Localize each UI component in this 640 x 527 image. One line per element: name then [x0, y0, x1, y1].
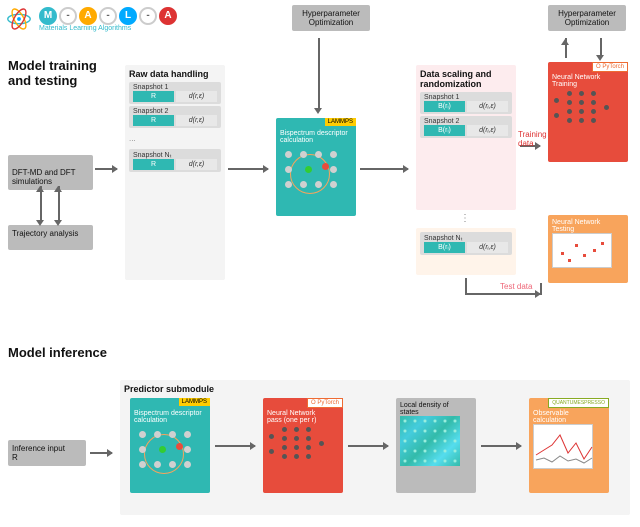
- scaled-snapshot-2: Snapshot 2 B(rᵢ)d(rᵢ,ε): [420, 116, 512, 138]
- inference-nn-label: Neural Network pass (one per r): [267, 410, 339, 424]
- test-snapshot: Snapshot Nₜ B(rᵢ)d(rᵢ,ε): [420, 232, 512, 255]
- scatter-visual: [552, 233, 612, 268]
- arrow-test-data: [465, 293, 540, 295]
- arrow-bisp-nn: [215, 445, 255, 447]
- descriptor-visual: [280, 146, 340, 196]
- test-group: Snapshot Nₜ B(rᵢ)d(rᵢ,ε): [416, 228, 516, 275]
- inference-input-box: Inference input R: [8, 440, 86, 466]
- ldos-box: Local density of states: [396, 398, 476, 493]
- training-data-label: Training data: [518, 130, 547, 148]
- qe-tag: QUANTUMESPRESSO: [548, 398, 609, 408]
- observable-label: Observable calculation: [533, 410, 605, 424]
- hyperopt-box-1: Hyperparameter Optimization: [292, 5, 370, 31]
- snapshot-n: Snapshot Nₜ Rd(r,ε): [129, 149, 221, 172]
- ldos-label: Local density of states: [400, 402, 472, 416]
- nn-training-label: Neural Network Training: [552, 74, 624, 88]
- snapshot-1: Snapshot 1 Rd(r,ε): [129, 82, 221, 104]
- logo-letter-a: A: [79, 7, 97, 25]
- bispectrum-box: LAMMPS Bispectrum descriptor calculation: [276, 118, 356, 216]
- test-data-label: Test data: [500, 282, 532, 291]
- pytorch-tag: O PyTorch: [592, 62, 628, 72]
- hyperopt-box-2: Hyperparameter Optimization: [548, 5, 626, 31]
- nn-testing-box: Neural Network Testing: [548, 215, 628, 283]
- raw-data-group: Raw data handling Snapshot 1 Rd(r,ε) Sna…: [125, 65, 225, 280]
- arrow-hyperopt-bispectrum: [318, 38, 320, 110]
- mala-logo: M - A - L - A Materials Learning Algorit…: [5, 5, 177, 33]
- predictor-title: Predictor submodule: [124, 384, 626, 394]
- atom-icon: [5, 5, 33, 33]
- trajectory-box: Trajectory analysis: [8, 225, 93, 250]
- logo-letter-m: M: [39, 7, 57, 25]
- observable-box: QUANTUMESPRESSO Observable calculation: [529, 398, 609, 493]
- raw-data-title: Raw data handling: [129, 69, 221, 79]
- nn-testing-label: Neural Network Testing: [552, 219, 624, 233]
- nn-visual: [552, 88, 612, 133]
- arrow-dft-raw: [95, 168, 117, 170]
- observable-visual: [533, 424, 593, 469]
- inference-bispectrum-box: LAMMPS Bispectrum descriptor calculation: [130, 398, 210, 493]
- ldos-visual: [400, 416, 460, 466]
- section-title-inference: Model inference: [8, 345, 107, 360]
- logo-letter-a2: A: [159, 7, 177, 25]
- nn-training-box: O PyTorch Neural Network Training: [548, 62, 628, 162]
- arrow-ldos-obs: [481, 445, 521, 447]
- logo-letter-l: L: [119, 7, 137, 25]
- descriptor-visual-2: [134, 426, 194, 476]
- section-title-training: Model training and testing: [8, 58, 97, 88]
- pytorch-tag-2: O PyTorch: [307, 398, 343, 408]
- lammps-tag-2: LAMMPS: [179, 398, 210, 406]
- scaling-title: Data scaling and randomization: [420, 69, 512, 89]
- nn-visual-2: [267, 424, 327, 469]
- scaled-snapshot-1: Snapshot 1 B(rᵢ)d(rᵢ,ε): [420, 92, 512, 114]
- arrow-nn-ldos: [348, 445, 388, 447]
- arrow-input-predictor: [90, 452, 112, 454]
- bispectrum-label: Bispectrum descriptor calculation: [280, 130, 352, 144]
- lammps-tag: LAMMPS: [325, 118, 356, 126]
- dftmd-box: DFT-MD and DFT simulations: [8, 155, 93, 190]
- logo-tagline: Materials Learning Algorithms: [39, 25, 177, 32]
- scaling-group: Data scaling and randomization Snapshot …: [416, 65, 516, 210]
- inference-bispectrum-label: Bispectrum descriptor calculation: [134, 410, 206, 424]
- snapshot-2: Snapshot 2 Rd(r,ε): [129, 106, 221, 128]
- arrow-bispectrum-scaling: [360, 168, 408, 170]
- arrow-raw-bispectrum: [228, 168, 268, 170]
- inference-nn-box: O PyTorch Neural Network pass (one per r…: [263, 398, 343, 493]
